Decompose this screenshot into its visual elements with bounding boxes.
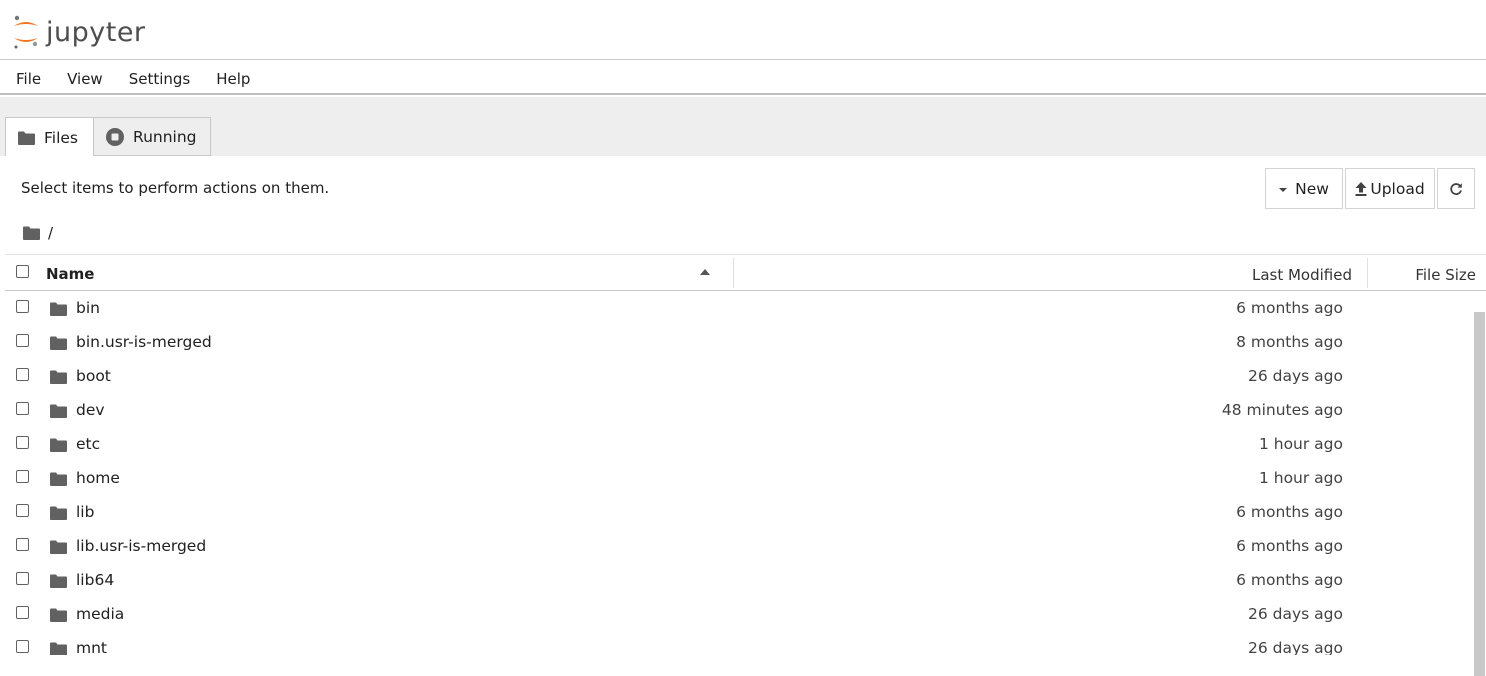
- file-modified: 48 minutes ago: [1221, 401, 1343, 419]
- file-name[interactable]: bin: [76, 299, 100, 317]
- row-checkbox[interactable]: [16, 504, 29, 517]
- list-item[interactable]: bin 6 months ago: [5, 291, 1473, 325]
- row-checkbox[interactable]: [16, 606, 29, 619]
- row-checkbox[interactable]: [16, 300, 29, 313]
- new-button[interactable]: New: [1265, 168, 1343, 209]
- file-name[interactable]: dev: [76, 401, 105, 419]
- file-name[interactable]: bin.usr-is-merged: [76, 333, 212, 351]
- folder-icon: [18, 131, 35, 145]
- upload-icon: [1355, 181, 1367, 196]
- file-name[interactable]: lib64: [76, 571, 114, 589]
- refresh-button[interactable]: [1437, 168, 1475, 209]
- file-name[interactable]: lib: [76, 503, 94, 521]
- folder-icon: [50, 437, 67, 456]
- upload-button-label: Upload: [1370, 179, 1425, 198]
- caret-down-icon: [1279, 187, 1288, 192]
- list-item[interactable]: lib.usr-is-merged 6 months ago: [5, 529, 1473, 563]
- row-checkbox[interactable]: [16, 470, 29, 483]
- file-name[interactable]: media: [76, 605, 124, 623]
- row-checkbox[interactable]: [16, 640, 29, 653]
- column-divider[interactable]: [1367, 258, 1368, 288]
- new-button-label: New: [1295, 179, 1329, 198]
- stop-circle-icon: [106, 127, 124, 146]
- selection-message: Select items to perform actions on them.: [21, 179, 330, 197]
- file-browser-panel: Select items to perform actions on them.…: [5, 156, 1486, 676]
- folder-icon: [50, 573, 67, 592]
- list-item[interactable]: media 26 days ago: [5, 597, 1473, 631]
- list-item[interactable]: etc 1 hour ago: [5, 427, 1473, 461]
- folder-icon: [50, 471, 67, 490]
- column-last-modified[interactable]: Last Modified: [1252, 266, 1352, 284]
- menu-file[interactable]: File: [10, 61, 51, 93]
- sort-ascending-icon[interactable]: [700, 269, 710, 275]
- list-item[interactable]: dev 48 minutes ago: [5, 393, 1473, 427]
- folder-icon: [50, 505, 67, 524]
- file-modified: 26 days ago: [1248, 605, 1343, 623]
- folder-icon: [50, 301, 67, 320]
- file-modified: 1 hour ago: [1258, 469, 1343, 487]
- folder-icon: [50, 539, 67, 558]
- folder-icon: [50, 369, 67, 388]
- folder-icon: [50, 403, 67, 422]
- row-checkbox[interactable]: [16, 436, 29, 449]
- file-name[interactable]: mnt: [76, 639, 107, 655]
- list-item[interactable]: home 1 hour ago: [5, 461, 1473, 495]
- file-list-header: Name Last Modified File Size: [5, 254, 1486, 291]
- row-checkbox[interactable]: [16, 572, 29, 585]
- menu-help[interactable]: Help: [210, 61, 260, 93]
- top-bar: jupyter: [0, 0, 1486, 60]
- list-item[interactable]: lib 6 months ago: [5, 495, 1473, 529]
- menu-settings[interactable]: Settings: [123, 61, 201, 93]
- row-checkbox[interactable]: [16, 334, 29, 347]
- file-modified: 6 months ago: [1236, 299, 1343, 317]
- file-modified: 1 hour ago: [1258, 435, 1343, 453]
- file-modified: 26 days ago: [1248, 367, 1343, 385]
- row-checkbox[interactable]: [16, 538, 29, 551]
- column-name[interactable]: Name: [46, 265, 94, 283]
- column-file-size[interactable]: File Size: [1415, 266, 1476, 284]
- list-item[interactable]: boot 26 days ago: [5, 359, 1473, 393]
- breadcrumb-root[interactable]: /: [48, 224, 53, 242]
- folder-icon: [50, 607, 67, 626]
- vertical-scrollbar[interactable]: [1473, 312, 1486, 676]
- menu-bar: File View Settings Help: [0, 61, 1486, 95]
- list-item[interactable]: bin.usr-is-merged 8 months ago: [5, 325, 1473, 359]
- file-name[interactable]: lib.usr-is-merged: [76, 537, 206, 555]
- tab-files-label: Files: [44, 128, 79, 147]
- tab-running[interactable]: Running: [93, 117, 211, 156]
- list-item[interactable]: mnt 26 days ago: [5, 631, 1473, 655]
- list-item[interactable]: lib64 6 months ago: [5, 563, 1473, 597]
- file-modified: 6 months ago: [1236, 537, 1343, 555]
- file-name[interactable]: boot: [76, 367, 111, 385]
- tab-files[interactable]: Files: [5, 117, 94, 157]
- row-checkbox[interactable]: [16, 402, 29, 415]
- folder-icon: [50, 335, 67, 354]
- select-all-checkbox[interactable]: [16, 265, 29, 278]
- tab-running-label: Running: [133, 127, 197, 146]
- refresh-icon: [1449, 182, 1463, 196]
- upload-button[interactable]: Upload: [1345, 168, 1435, 209]
- file-name[interactable]: etc: [76, 435, 100, 453]
- row-checkbox[interactable]: [16, 368, 29, 381]
- column-divider[interactable]: [733, 258, 734, 288]
- logo-text: jupyter: [46, 16, 146, 48]
- file-list: bin 6 months ago bin.usr-is-merged 8 mon…: [5, 291, 1486, 655]
- scrollbar-thumb[interactable]: [1474, 312, 1485, 676]
- jupyter-logo-icon: [14, 15, 38, 49]
- file-modified: 8 months ago: [1236, 333, 1343, 351]
- tab-bar: Files Running: [0, 97, 1486, 157]
- menu-view[interactable]: View: [61, 61, 113, 93]
- jupyter-logo[interactable]: jupyter: [12, 14, 146, 50]
- file-name[interactable]: home: [76, 469, 120, 487]
- file-modified: 26 days ago: [1248, 639, 1343, 655]
- breadcrumb: /: [23, 222, 53, 244]
- folder-icon: [50, 641, 67, 655]
- breadcrumb-home-icon[interactable]: [23, 226, 40, 240]
- file-modified: 6 months ago: [1236, 503, 1343, 521]
- file-modified: 6 months ago: [1236, 571, 1343, 589]
